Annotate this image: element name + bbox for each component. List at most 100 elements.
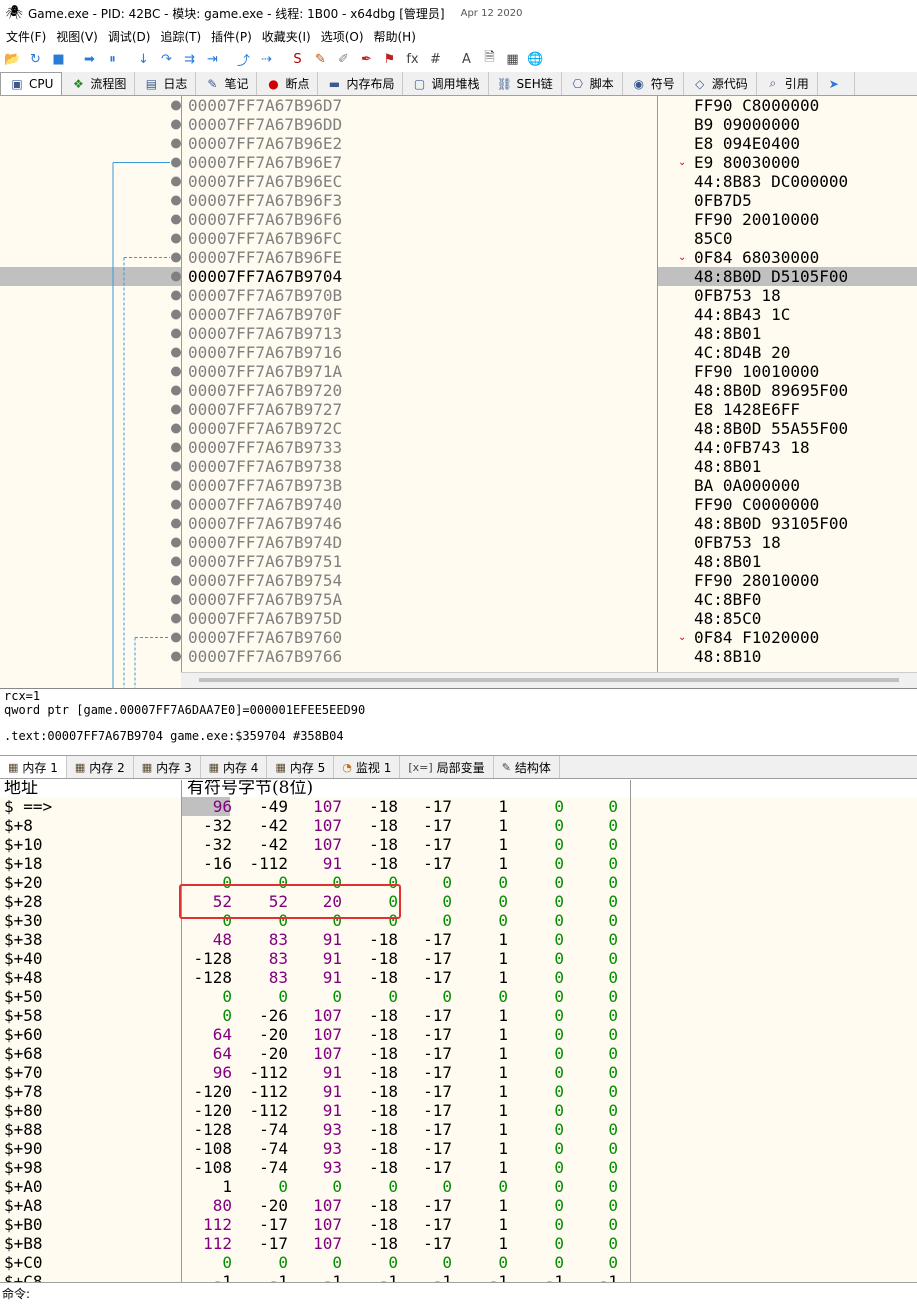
dump-byte-value[interactable]: 0 [568,1025,618,1044]
dump-byte-value[interactable]: 1 [458,949,508,968]
dump-byte-value[interactable]: 0 [238,987,288,1006]
dump-byte-value[interactable]: 0 [458,873,508,892]
dump-row[interactable]: $+50 0 0 0 0 0 0 0 0 [0,987,917,1006]
dump-byte-value[interactable]: -1 [458,1272,508,1282]
instruction-address[interactable]: 00007FF7A67B9766 [188,647,342,666]
instruction-address[interactable]: 00007FF7A67B9751 [188,552,342,571]
dump-row[interactable]: $+30 0 0 0 0 0 0 0 0 [0,911,917,930]
breakpoint-dot[interactable] [171,328,181,339]
dump-byte-value[interactable]: -1 [514,1272,564,1282]
open-icon[interactable]: 📂 [2,49,23,70]
instruction-address[interactable]: 00007FF7A67B96EC [188,172,342,191]
dump-byte-value[interactable]: -17 [402,1234,452,1253]
dump-byte-value[interactable]: -18 [348,1006,398,1025]
dump-byte-value[interactable]: 0 [568,1101,618,1120]
dump-byte-value[interactable]: 0 [182,987,232,1006]
command-bar[interactable]: 命令: [0,1282,917,1304]
tab-dump-3[interactable]: ▦ 内存 4 [201,756,268,778]
dump-byte-value[interactable]: -18 [348,1158,398,1177]
dump-byte-value[interactable]: -18 [348,930,398,949]
dump-byte-value[interactable]: 0 [568,1044,618,1063]
dump-byte-value[interactable]: -17 [238,1215,288,1234]
tab-cpu-7[interactable]: ⛓ SEH链 [489,72,562,95]
trace-over-icon[interactable]: ⇥ [202,49,223,70]
dump-row[interactable]: $+60 64 -20 107 -18 -17 1 0 0 [0,1025,917,1044]
breakpoint-dot[interactable] [171,119,181,130]
breakpoint-dot[interactable] [171,442,181,453]
dump-byte-value[interactable]: 107 [292,1044,342,1063]
dump-byte-value[interactable]: 107 [292,1006,342,1025]
instruction-address[interactable]: 00007FF7A67B974D [188,533,342,552]
dump-byte-value[interactable]: -16 [182,854,232,873]
dump-row[interactable]: $+18 -16 -112 91 -18 -17 1 0 0 [0,854,917,873]
dump-byte-value[interactable]: 0 [514,1234,564,1253]
dump-byte-value[interactable]: 0 [514,949,564,968]
dump-byte-value[interactable]: 1 [458,816,508,835]
dump-byte-value[interactable]: -18 [348,835,398,854]
menu-item[interactable]: 选项(O) [319,28,372,45]
dump-byte-value[interactable]: 0 [514,968,564,987]
dump-row[interactable]: $+38 48 83 91 -18 -17 1 0 0 [0,930,917,949]
dump-byte-value[interactable]: 83 [238,949,288,968]
tab-cpu-3[interactable]: ✎ 笔记 [196,72,258,95]
dump-byte-value[interactable]: 112 [182,1215,232,1234]
dump-byte-value[interactable]: 0 [514,1196,564,1215]
menu-item[interactable]: 文件(F) [4,28,54,45]
memory-dump-view[interactable]: 地址 有符号字节(8位) $ ==> 96 -49 107 -18 -17 1 0 0 $+8 -3… [0,780,917,1282]
dump-row[interactable]: $+B8 112 -17 107 -18 -17 1 0 0 [0,1234,917,1253]
instruction-bytes[interactable]: 44:8B83 DC000000 [694,172,848,191]
instruction-address[interactable]: 00007FF7A67B970F [188,305,342,324]
dump-byte-value[interactable]: 0 [514,1177,564,1196]
dump-byte-value[interactable]: -18 [348,1215,398,1234]
dump-byte-value[interactable]: -17 [402,835,452,854]
breakpoint-dot[interactable] [171,537,181,548]
dump-byte-value[interactable]: -128 [182,968,232,987]
dump-byte-value[interactable]: 1 [458,1025,508,1044]
dump-byte-value[interactable]: 0 [402,987,452,1006]
dump-byte-value[interactable]: -18 [348,1025,398,1044]
instruction-bytes[interactable]: 48:8B0D D5105F00 [694,267,848,286]
dump-byte-value[interactable]: -17 [402,1063,452,1082]
dump-byte-value[interactable]: 0 [514,835,564,854]
scylla-icon[interactable]: S [287,49,308,70]
menu-item[interactable]: 视图(V) [54,28,106,45]
instruction-address[interactable]: 00007FF7A67B9713 [188,324,342,343]
dump-byte-value[interactable]: 0 [568,968,618,987]
dump-byte-value[interactable]: 0 [568,1139,618,1158]
donate-icon[interactable]: 🌐 [525,49,546,70]
dump-row[interactable]: $+C0 0 0 0 0 0 0 0 0 [0,1253,917,1272]
dump-byte-value[interactable]: 0 [514,1253,564,1272]
instruction-address[interactable]: 00007FF7A67B972C [188,419,342,438]
dump-byte-value[interactable]: -18 [348,1101,398,1120]
dump-byte-value[interactable]: -17 [238,1234,288,1253]
dump-byte-value[interactable]: 0 [514,1025,564,1044]
dump-byte-value[interactable]: -20 [238,1196,288,1215]
dump-row[interactable]: $+48 -128 83 91 -18 -17 1 0 0 [0,968,917,987]
dump-byte-value[interactable]: -1 [292,1272,342,1282]
instruction-bytes[interactable]: 0FB7D5 [694,191,752,210]
dump-byte-value[interactable]: -74 [238,1139,288,1158]
tab-dump-2[interactable]: ▦ 内存 3 [134,756,201,778]
dump-byte-value[interactable]: 1 [458,835,508,854]
dump-byte-value[interactable]: 0 [514,797,564,816]
dump-byte-value[interactable]: 107 [292,1025,342,1044]
dump-byte-value[interactable]: -17 [402,797,452,816]
menu-item[interactable]: 帮助(H) [372,28,424,45]
dump-byte-value[interactable]: 0 [458,1177,508,1196]
dump-byte-value[interactable]: 91 [292,968,342,987]
bookmark-icon[interactable]: ⚑ [379,49,400,70]
breakpoint-dot[interactable] [171,252,181,263]
dump-byte-value[interactable]: 1 [458,930,508,949]
dump-byte-value[interactable]: -17 [402,1196,452,1215]
dump-byte-value[interactable]: 107 [292,797,342,816]
dump-byte-value[interactable]: 0 [514,911,564,930]
dump-byte-value[interactable]: 0 [568,1253,618,1272]
dump-byte-value[interactable]: 93 [292,1139,342,1158]
breakpoint-dot[interactable] [171,651,181,662]
instruction-bytes[interactable]: BA 0A000000 [694,476,800,495]
dump-byte-value[interactable]: 96 [182,797,232,816]
instruction-bytes[interactable]: 48:8B10 [694,647,761,666]
tab-dump-6[interactable]: [x=] 局部变量 [400,756,494,778]
horizontal-scrollbar[interactable] [181,672,917,688]
dump-byte-value[interactable]: 0 [568,1082,618,1101]
